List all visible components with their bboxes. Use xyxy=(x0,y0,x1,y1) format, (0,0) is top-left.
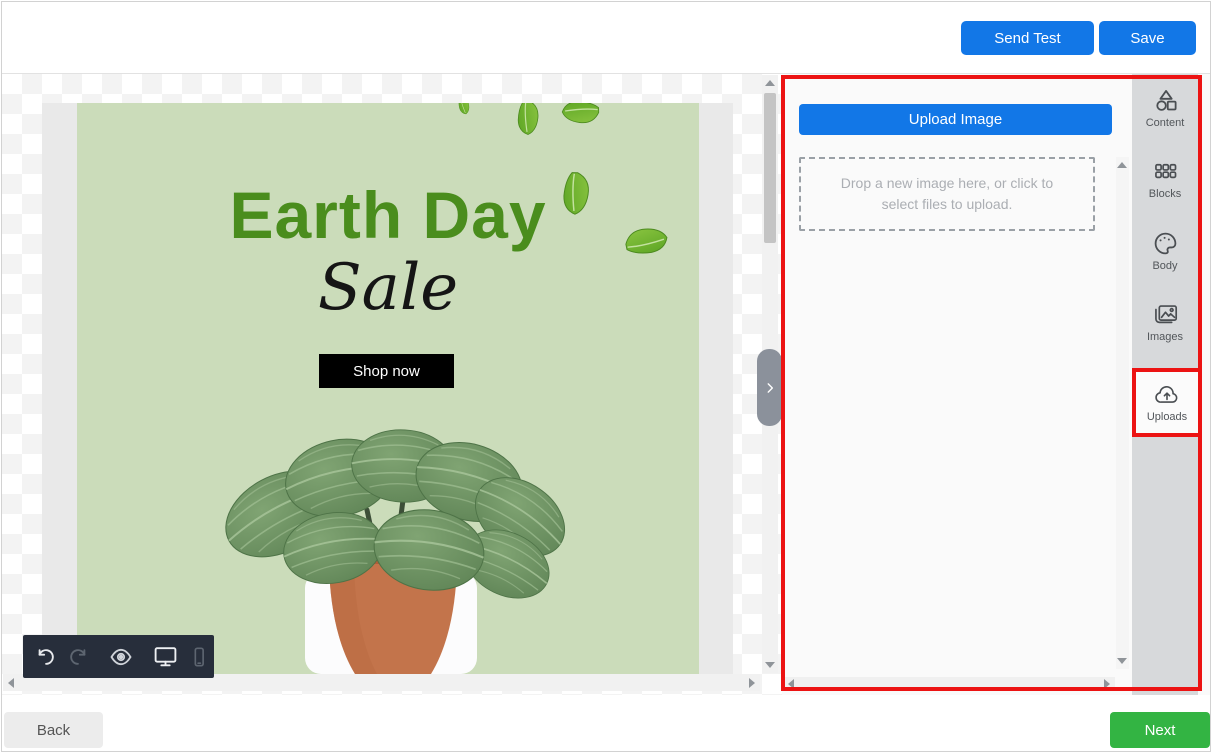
sidebar-item-images[interactable]: Images xyxy=(1132,301,1198,343)
save-button[interactable]: Save xyxy=(1099,21,1196,55)
email-subheadline: Sale xyxy=(77,251,699,325)
upload-image-button[interactable]: Upload Image xyxy=(799,104,1112,135)
back-button[interactable]: Back xyxy=(4,712,103,748)
panel-vertical-scrollbar[interactable] xyxy=(1116,157,1129,669)
redo-icon[interactable] xyxy=(67,646,89,668)
sidebar-item-blocks[interactable]: Blocks xyxy=(1132,158,1198,200)
sidebar-item-label: Uploads xyxy=(1147,411,1187,423)
photos-icon xyxy=(1152,301,1179,328)
leaf-icon xyxy=(507,103,549,141)
mobile-view-icon[interactable] xyxy=(188,646,210,668)
sidebar-item-body[interactable]: Body xyxy=(1132,230,1198,272)
shapes-icon xyxy=(1152,87,1179,114)
email-preview-canvas[interactable]: Earth Day Sale Shop now xyxy=(42,103,733,674)
blocks-grid-icon xyxy=(1152,158,1179,185)
sidebar-item-label: Blocks xyxy=(1149,188,1181,200)
preview-eye-icon[interactable] xyxy=(109,645,133,669)
undo-icon[interactable] xyxy=(35,646,57,668)
dropzone-text: Drop a new image here, or click to selec… xyxy=(823,173,1071,215)
bottom-footer: Back Next xyxy=(2,695,1210,752)
panel-collapse-handle[interactable] xyxy=(757,349,782,426)
editor-sidebar: Content Blocks Body Images Uploads xyxy=(1132,74,1198,695)
sidebar-item-content[interactable]: Content xyxy=(1132,87,1198,129)
image-dropzone[interactable]: Drop a new image here, or click to selec… xyxy=(799,157,1095,231)
next-button[interactable]: Next xyxy=(1110,712,1210,748)
send-test-button[interactable]: Send Test xyxy=(961,21,1094,55)
leaf-icon xyxy=(556,103,605,134)
editor-main-area: Earth Day Sale Shop now xyxy=(2,74,1210,695)
email-hero-section: Earth Day Sale Shop now xyxy=(77,103,699,674)
top-header: Send Test Save xyxy=(2,2,1210,74)
sidebar-item-label: Images xyxy=(1147,331,1183,343)
shop-now-button[interactable]: Shop now xyxy=(319,354,454,388)
panel-horizontal-scrollbar[interactable] xyxy=(783,677,1115,691)
preview-toolbar xyxy=(23,635,214,678)
potted-plant-image xyxy=(217,422,567,674)
desktop-view-icon[interactable] xyxy=(153,644,178,669)
app-window: Send Test Save xyxy=(1,1,1211,752)
sidebar-item-label: Content xyxy=(1146,117,1185,129)
sidebar-item-label: Body xyxy=(1152,260,1177,272)
palette-icon xyxy=(1152,230,1179,257)
leaf-icon xyxy=(456,103,473,116)
sidebar-item-uploads[interactable]: Uploads xyxy=(1132,368,1202,437)
email-headline: Earth Day xyxy=(77,177,699,253)
cloud-upload-icon xyxy=(1153,380,1181,408)
chevron-right-icon xyxy=(763,381,777,395)
